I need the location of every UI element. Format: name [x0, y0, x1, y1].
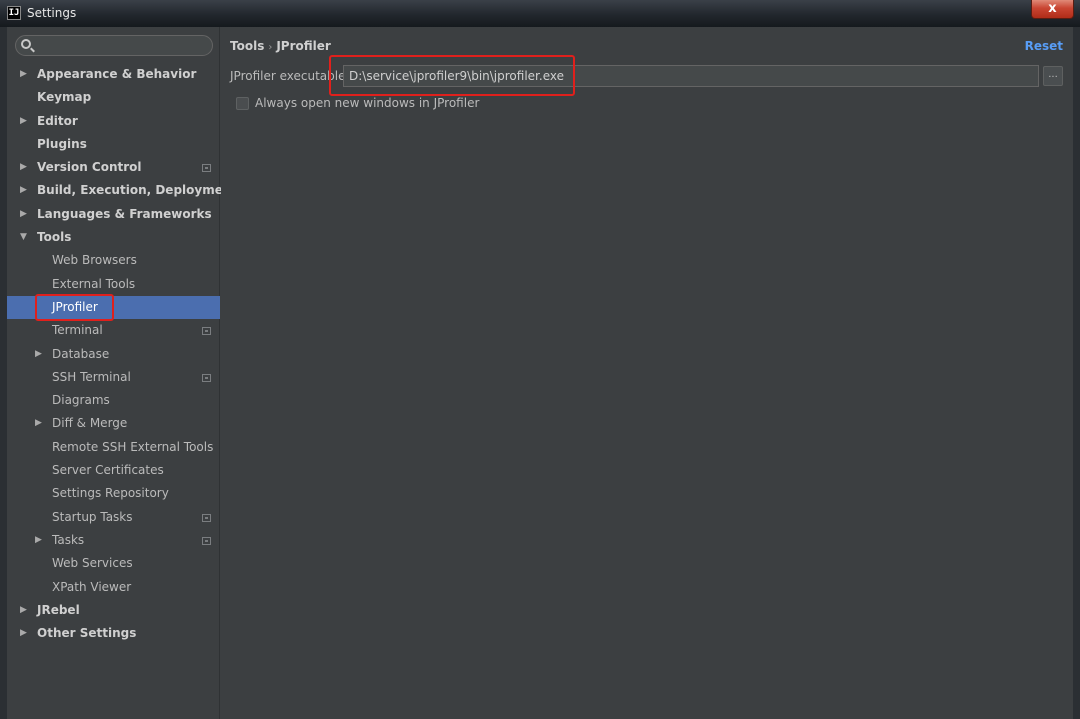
collapsed-arrow-icon[interactable]: ▶	[35, 412, 45, 435]
sidebar-item-web-browsers[interactable]: Web Browsers	[7, 249, 220, 272]
sidebar-item-label: Tools	[37, 230, 72, 245]
collapsed-arrow-icon[interactable]: ▶	[20, 156, 30, 179]
sidebar-item-label: Keymap	[37, 90, 92, 105]
sidebar-item-label: Terminal	[52, 323, 103, 338]
sidebar-item-settings-repository[interactable]: Settings Repository	[7, 482, 220, 505]
sidebar-item-appearance-behavior[interactable]: ▶ Appearance & Behavior	[7, 63, 220, 86]
title-bar: IJ Settings x	[0, 0, 1080, 27]
sidebar-item-keymap[interactable]: Keymap	[7, 86, 220, 109]
project-level-icon	[202, 536, 211, 545]
sidebar-item-web-services[interactable]: Web Services	[7, 552, 220, 575]
sidebar-item-label: Editor	[37, 113, 78, 128]
sidebar-item-label: JRebel	[37, 602, 80, 617]
always-open-label[interactable]: Always open new windows in JProfiler	[255, 96, 479, 110]
project-level-icon	[202, 327, 211, 336]
collapsed-arrow-icon[interactable]: ▶	[35, 343, 45, 366]
sidebar-item-xpath-viewer[interactable]: XPath Viewer	[7, 576, 220, 599]
sidebar-item-tools[interactable]: ▼ Tools	[7, 226, 220, 249]
sidebar-item-label: JProfiler	[52, 299, 98, 314]
settings-sidebar: ▶ Appearance & Behavior Keymap ▶ Editor Plugi…	[7, 27, 237, 719]
content-pane: Tools › JProfiler Reset JProfiler executab…	[221, 27, 1073, 719]
sidebar-item-editor[interactable]: ▶ Editor	[7, 110, 220, 133]
breadcrumb: Tools › JProfiler	[230, 39, 331, 53]
settings-tree: ▶ Appearance & Behavior Keymap ▶ Editor Plugi…	[7, 63, 237, 645]
sidebar-item-label: Languages & Frameworks	[37, 206, 212, 221]
collapsed-arrow-icon[interactable]: ▶	[20, 63, 30, 86]
sidebar-item-tasks[interactable]: ▶ Tasks	[7, 529, 220, 552]
browse-button[interactable]: ...	[1043, 66, 1063, 86]
breadcrumb-separator-icon: ›	[268, 42, 273, 53]
project-level-icon	[202, 373, 211, 382]
sidebar-item-languages-frameworks[interactable]: ▶ Languages & Frameworks	[7, 203, 220, 226]
collapsed-arrow-icon[interactable]: ▶	[20, 622, 30, 645]
sidebar-item-label: Version Control	[37, 160, 142, 175]
sidebar-item-terminal[interactable]: Terminal	[7, 319, 220, 342]
sidebar-item-label: SSH Terminal	[52, 369, 131, 384]
sidebar-item-label: Remote SSH External Tools	[52, 439, 214, 454]
expanded-arrow-icon[interactable]: ▼	[20, 226, 30, 249]
close-button[interactable]: x	[1031, 0, 1074, 19]
sidebar-item-label: Build, Execution, Deployment	[37, 183, 238, 198]
sidebar-item-diff-merge[interactable]: ▶ Diff & Merge	[7, 412, 220, 435]
sidebar-item-label: Diff & Merge	[52, 416, 128, 431]
sidebar-item-build-execution-deployment[interactable]: ▶ Build, Execution, Deployment	[7, 179, 237, 202]
breadcrumb-current: JProfiler	[276, 39, 331, 53]
search-input[interactable]	[15, 35, 213, 56]
intellij-app-icon: IJ	[7, 6, 21, 20]
window-title: Settings	[27, 6, 77, 20]
sidebar-item-label: Diagrams	[52, 393, 110, 408]
executable-label: JProfiler executable:	[230, 69, 350, 83]
collapsed-arrow-icon[interactable]: ▶	[35, 529, 45, 552]
project-level-icon	[202, 513, 211, 522]
sidebar-item-external-tools[interactable]: External Tools	[7, 273, 220, 296]
sidebar-item-startup-tasks[interactable]: Startup Tasks	[7, 506, 220, 529]
sidebar-item-label: Other Settings	[37, 626, 137, 641]
collapsed-arrow-icon[interactable]: ▶	[20, 179, 30, 202]
collapsed-arrow-icon[interactable]: ▶	[20, 203, 30, 226]
sidebar-item-label: Web Services	[52, 556, 133, 571]
sidebar-item-plugins[interactable]: Plugins	[7, 133, 220, 156]
sidebar-item-jprofiler[interactable]: JProfiler	[7, 295, 220, 320]
sidebar-item-remote-ssh-external-tools[interactable]: Remote SSH External Tools	[7, 436, 220, 459]
sidebar-item-other-settings[interactable]: ▶ Other Settings	[7, 622, 220, 645]
executable-path-input[interactable]: D:\service\jprofiler9\bin\jprofiler.exe	[343, 65, 1039, 87]
search-icon	[21, 39, 31, 49]
sidebar-item-version-control[interactable]: ▶ Version Control	[7, 156, 220, 179]
sidebar-item-label: Plugins	[37, 136, 87, 151]
sidebar-item-label: External Tools	[52, 276, 136, 291]
sidebar-item-label: Startup Tasks	[52, 509, 133, 524]
sidebar-item-server-certificates[interactable]: Server Certificates	[7, 459, 220, 482]
sidebar-item-label: Tasks	[52, 532, 85, 547]
reset-link[interactable]: Reset	[1025, 39, 1063, 53]
collapsed-arrow-icon[interactable]: ▶	[20, 599, 30, 622]
sidebar-item-jrebel[interactable]: ▶ JRebel	[7, 599, 220, 622]
always-open-checkbox[interactable]	[236, 97, 249, 110]
sidebar-item-label: Server Certificates	[52, 463, 164, 478]
sidebar-item-label: Database	[52, 346, 110, 361]
sidebar-item-ssh-terminal[interactable]: SSH Terminal	[7, 366, 220, 389]
sidebar-item-label: Settings Repository	[52, 486, 169, 501]
project-level-icon	[202, 164, 211, 173]
breadcrumb-parent[interactable]: Tools	[230, 39, 264, 53]
sidebar-item-label: Appearance & Behavior	[37, 67, 197, 81]
sidebar-item-label: Web Browsers	[52, 253, 137, 268]
sidebar-item-database[interactable]: ▶ Database	[7, 343, 220, 366]
sidebar-item-label: XPath Viewer	[52, 579, 132, 594]
sidebar-item-diagrams[interactable]: Diagrams	[7, 389, 220, 412]
collapsed-arrow-icon[interactable]: ▶	[20, 110, 30, 133]
